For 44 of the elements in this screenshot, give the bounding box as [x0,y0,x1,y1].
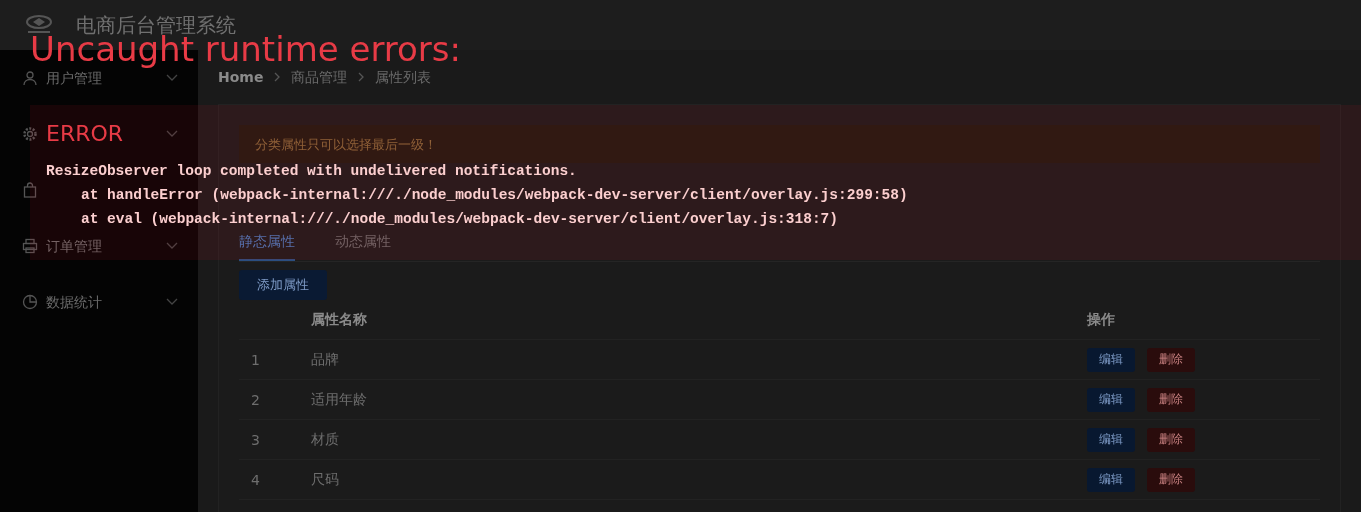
row-index: 3 [250,431,260,448]
gear-icon [22,126,38,142]
delete-button[interactable]: 删除 [1147,387,1195,412]
sidebar-item[interactable]: 用户管理 [46,71,102,85]
edit-button[interactable]: 编辑 [1087,387,1135,412]
chevron-right-icon [273,72,282,82]
table-cell-text: 材质 [310,430,339,449]
table-cell-text: 尺码 [310,470,339,489]
printer-icon [22,238,38,254]
user-icon [22,70,38,86]
error-message: ResizeObserver loop completed with undelivered notifications. [46,162,577,181]
row-index: 1 [250,351,260,368]
pie-chart-icon [22,294,38,310]
sidebar-item[interactable]: 数据统计 [46,295,102,309]
delete-button[interactable]: 删除 [1147,347,1195,372]
chevron-icon [166,130,178,138]
delete-button[interactable]: 删除 [1147,427,1195,452]
alert-text: 分类属性只可以选择最后一级！ [255,137,437,152]
row-index: 4 [250,471,260,488]
error-heading: ERROR [46,120,124,148]
chevron-icon [166,74,178,82]
sidebar-item[interactable]: 订单管理 [46,239,102,253]
row-index: 2 [250,391,260,408]
column-header: 属性名称 [310,310,367,329]
delete-button[interactable]: 删除 [1147,467,1195,492]
logo-icon [24,14,54,36]
stack-trace-line: at eval (webpack-internal:///./node_modules/webpack-dev-server/client/overlay.js:318:7) [81,210,839,229]
chevron-icon [166,242,178,250]
table-cell-text: 品牌 [310,350,339,369]
chevron-icon [166,298,178,306]
edit-button[interactable]: 编辑 [1087,347,1135,372]
breadcrumb-item[interactable]: 属性列表 [375,70,432,84]
column-header: 操作 [1087,310,1115,329]
app-title: 电商后台管理系统 [76,15,236,35]
edit-button[interactable]: 编辑 [1087,467,1135,492]
breadcrumb-item[interactable]: Home [218,70,264,84]
tab[interactable]: 静态属性 [239,233,295,261]
add-button[interactable]: 添加属性 [239,270,327,300]
edit-button[interactable]: 编辑 [1087,427,1135,452]
breadcrumb-item[interactable]: 商品管理 [291,70,348,84]
bag-icon [22,182,38,198]
chevron-right-icon [357,72,366,82]
stack-trace-line: at handleError (webpack-internal:///./node_modules/webpack-dev-server/client/overlay.js:299:58) [81,186,908,205]
table-cell-text: 适用年龄 [310,390,367,409]
